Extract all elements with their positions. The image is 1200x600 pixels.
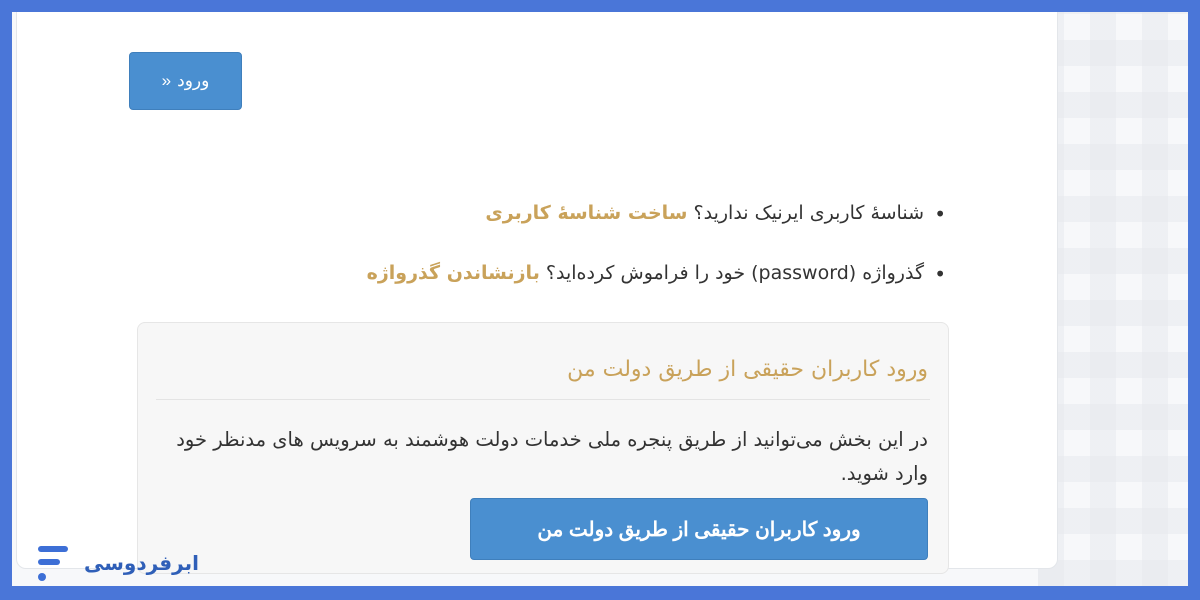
gov-panel-description: در این بخش می‌توانید از طریق پنجره ملی خ… — [176, 428, 928, 485]
screenshot-frame: ورود « شناسهٔ کاربری ایرنیک ندارید؟ ساخت… — [12, 12, 1188, 586]
brand-logo-icon — [38, 546, 68, 581]
help-links-list: شناسهٔ کاربری ایرنیک ندارید؟ ساخت شناسهٔ… — [367, 202, 947, 322]
reset-password-link[interactable]: بازنشاندن گذرواژه — [367, 262, 540, 284]
list-item: گذرواژه (password) خود را فراموش کرده‌ای… — [367, 262, 947, 322]
login-button-label: ورود — [177, 71, 210, 90]
forgot-password-text: گذرواژه (password) خود را فراموش کرده‌ای… — [545, 262, 924, 284]
login-button[interactable]: ورود « — [129, 52, 242, 110]
create-account-link[interactable]: ساخت شناسهٔ کاربری — [485, 202, 687, 224]
no-account-text: شناسهٔ کاربری ایرنیک ندارید؟ — [693, 202, 924, 224]
gov-panel-title: ورود کاربران حقیقی از طریق دولت من — [567, 357, 928, 382]
gov-login-button[interactable]: ورود کاربران حقیقی از طریق دولت من — [470, 498, 928, 560]
gov-login-panel: ورود کاربران حقیقی از طریق دولت من در ای… — [137, 322, 949, 574]
double-chevron-left-icon: « — [161, 71, 172, 90]
brand-watermark: ابرفردوسی — [36, 542, 199, 584]
background-pattern — [1038, 12, 1188, 586]
list-item: شناسهٔ کاربری ایرنیک ندارید؟ ساخت شناسهٔ… — [367, 202, 946, 262]
divider — [156, 399, 930, 400]
brand-name: ابرفردوسی — [84, 551, 199, 575]
